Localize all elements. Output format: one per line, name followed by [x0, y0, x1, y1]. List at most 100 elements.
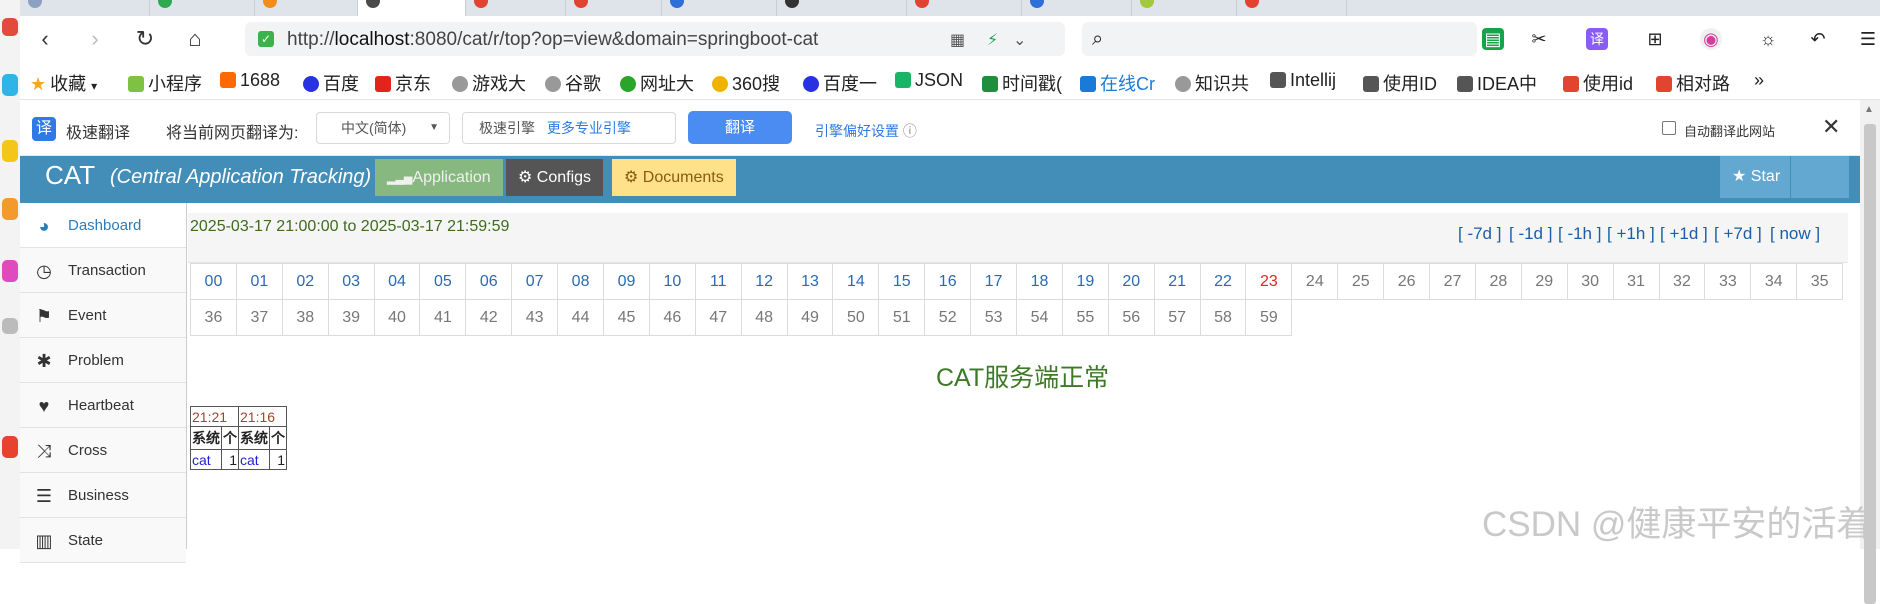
browser-tab[interactable]: [150, 0, 255, 16]
auto-translate-checkbox[interactable]: [1662, 121, 1676, 135]
minute-cell-19[interactable]: 19: [1061, 263, 1109, 300]
minute-cell-16[interactable]: 16: [924, 263, 972, 300]
bookmark-item[interactable]: Intellij: [1270, 70, 1336, 91]
url-text[interactable]: http://localhost:8080/cat/r/top?op=view&…: [287, 29, 818, 51]
desktop-app-icon[interactable]: [2, 140, 18, 162]
page-scrollbar[interactable]: ▲: [1860, 100, 1880, 604]
bookmark-item[interactable]: 游戏大: [452, 70, 526, 96]
minute-cell-20[interactable]: 20: [1107, 263, 1155, 300]
bookmark-item[interactable]: 使用id: [1563, 70, 1633, 96]
star-count[interactable]: [1791, 156, 1849, 198]
sidebar-item-cross[interactable]: ⤨ Cross: [20, 428, 186, 473]
engine-prefs-link[interactable]: 引擎偏好设置 ⓘ: [815, 121, 917, 141]
bookmark-item[interactable]: IDEA中: [1457, 70, 1537, 96]
browser-tab-active[interactable]: [358, 0, 466, 16]
bookmark-item[interactable]: JSON: [895, 70, 963, 91]
nav-plus-7d[interactable]: [ +7d ]: [1714, 224, 1762, 244]
minute-cell-07[interactable]: 07: [511, 263, 559, 300]
bookmark-item[interactable]: 时间戳(: [982, 70, 1062, 96]
minute-cell-02[interactable]: 02: [281, 263, 329, 300]
browser-tab[interactable]: [907, 0, 1022, 16]
home-icon[interactable]: ⌂: [182, 26, 208, 52]
star-button[interactable]: ★ Star: [1720, 156, 1790, 198]
bookmark-item[interactable]: 网址大: [620, 70, 694, 96]
minute-cell-15[interactable]: 15: [878, 263, 926, 300]
tab-configs[interactable]: ⚙ Configs: [506, 159, 604, 196]
minute-cell-10[interactable]: 10: [648, 263, 696, 300]
undo-icon[interactable]: ↶: [1807, 28, 1829, 50]
sidebar-item-dashboard[interactable]: ◕ Dashboard: [20, 203, 186, 248]
minute-cell-21[interactable]: 21: [1153, 263, 1201, 300]
minute-cell-12[interactable]: 12: [740, 263, 788, 300]
sidebar-item-business[interactable]: ☰ Business: [20, 473, 186, 518]
menu-icon[interactable]: ☰: [1857, 28, 1879, 50]
browser-tab[interactable]: [1132, 0, 1237, 16]
nav-plus-1d[interactable]: [ +1d ]: [1660, 224, 1708, 244]
forward-icon[interactable]: ›: [82, 26, 108, 52]
minute-cell-22[interactable]: 22: [1199, 263, 1247, 300]
bookmark-item[interactable]: 百度: [303, 70, 359, 96]
bookmark-item[interactable]: 使用ID: [1363, 70, 1437, 96]
minute-cell-18[interactable]: 18: [1016, 263, 1063, 300]
minute-cell-04[interactable]: 04: [373, 263, 421, 300]
scroll-up-icon[interactable]: ▲: [1864, 104, 1874, 115]
desktop-app-icon[interactable]: [2, 436, 18, 458]
sidebar-item-transaction[interactable]: ◷ Transaction: [20, 248, 186, 293]
minute-cell-08[interactable]: 08: [557, 263, 605, 300]
browser-tab[interactable]: [1237, 0, 1347, 16]
scissors-icon[interactable]: ✂: [1528, 28, 1550, 50]
close-icon[interactable]: ✕: [1822, 114, 1840, 140]
nav-plus-1h[interactable]: [ +1h ]: [1607, 224, 1655, 244]
minute-cell-00[interactable]: 00: [190, 263, 237, 300]
nav-minus-1h[interactable]: [ -1h ]: [1558, 224, 1601, 244]
browser-tab[interactable]: [466, 0, 566, 16]
back-icon[interactable]: ‹: [32, 26, 58, 52]
bookmark-item[interactable]: 360搜: [712, 70, 780, 96]
browser-tab[interactable]: [255, 0, 358, 16]
bookmark-item[interactable]: 小程序: [128, 70, 202, 96]
lightning-icon[interactable]: ⚡: [987, 30, 998, 50]
bookmark-item[interactable]: 1688: [220, 70, 280, 91]
bookmark-item[interactable]: 百度一: [803, 70, 877, 96]
target-language-select[interactable]: 中文(简体) ▼: [316, 112, 450, 144]
translate-icon[interactable]: 译: [1586, 28, 1608, 50]
browser-tab[interactable]: [777, 0, 907, 16]
minute-cell-14[interactable]: 14: [832, 263, 880, 300]
more-engines-link[interactable]: 更多专业引擎: [547, 120, 631, 136]
system-link[interactable]: cat: [190, 449, 222, 470]
cat-logo[interactable]: CAT: [45, 160, 95, 191]
desktop-app-icon[interactable]: [2, 318, 18, 334]
minute-cell-17[interactable]: 17: [970, 263, 1018, 300]
address-bar[interactable]: ✓ http://localhost:8080/cat/r/top?op=vie…: [245, 22, 1065, 56]
minute-cell-13[interactable]: 13: [786, 263, 834, 300]
desktop-app-icon[interactable]: [2, 74, 18, 96]
minute-cell-05[interactable]: 05: [419, 263, 467, 300]
browser-tab[interactable]: [662, 0, 777, 16]
minute-cell-01[interactable]: 01: [235, 263, 283, 300]
apps-grid-icon[interactable]: ⊞: [1644, 28, 1666, 50]
bookmark-item[interactable]: 谷歌: [545, 70, 601, 96]
desktop-app-icon[interactable]: [2, 198, 18, 220]
ai-assistant-icon[interactable]: ◉: [1700, 28, 1722, 50]
tab-application[interactable]: ▂▃▅Application: [375, 159, 503, 196]
brightness-icon[interactable]: ☼: [1757, 28, 1779, 50]
minute-cell-23[interactable]: 23: [1245, 263, 1293, 300]
sidebar-item-problem[interactable]: ✱ Problem: [20, 338, 186, 383]
nav-now[interactable]: [ now ]: [1770, 224, 1820, 244]
bookmark-item[interactable]: 知识共: [1175, 70, 1249, 96]
desktop-app-icon[interactable]: [2, 18, 18, 36]
minute-cell-09[interactable]: 09: [603, 263, 650, 300]
translate-button[interactable]: 翻译: [688, 111, 792, 144]
bookmark-item[interactable]: 相对路: [1656, 70, 1730, 96]
minute-cell-11[interactable]: 11: [694, 263, 742, 300]
reload-icon[interactable]: ↻: [132, 26, 158, 52]
reader-icon[interactable]: ▤: [1482, 28, 1504, 50]
qr-code-icon[interactable]: ▦: [950, 30, 965, 50]
nav-minus-1d[interactable]: [ -1d ]: [1509, 224, 1552, 244]
desktop-app-icon[interactable]: [2, 260, 18, 282]
nav-minus-7d[interactable]: [ -7d ]: [1458, 224, 1501, 244]
tab-documents[interactable]: ⚙ Documents: [612, 159, 736, 196]
system-link[interactable]: cat: [238, 449, 270, 470]
bookmark-item[interactable]: 在线Cr: [1080, 70, 1155, 96]
bookmark-item[interactable]: 京东: [375, 70, 431, 96]
